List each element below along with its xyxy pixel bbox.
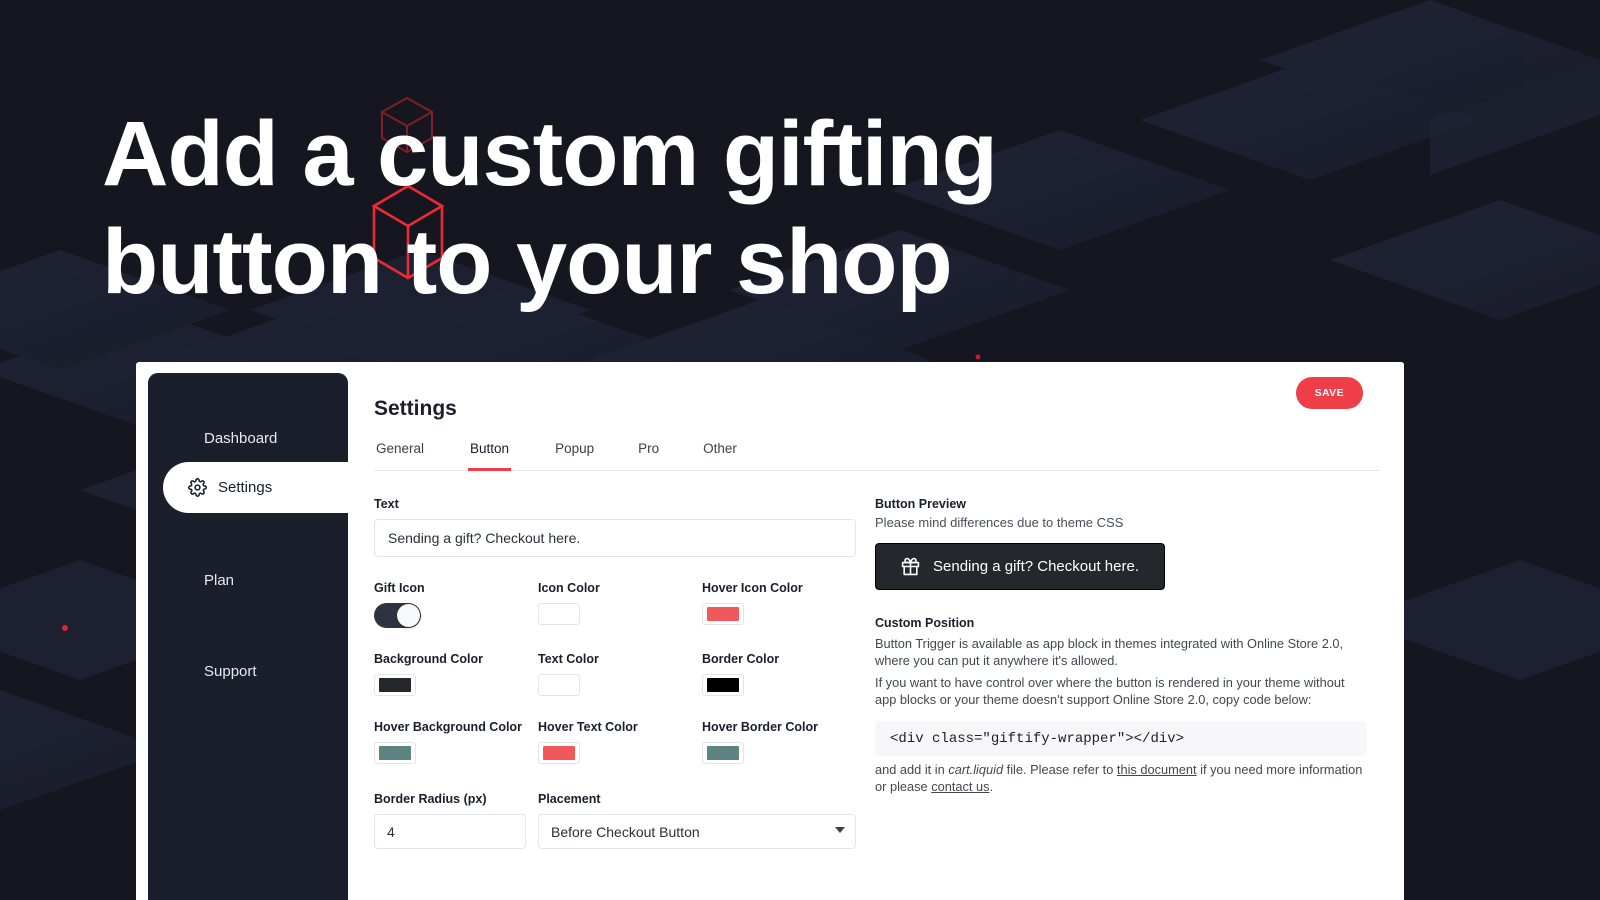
background-color-fill [379, 678, 411, 692]
text-color-label: Text Color [538, 652, 599, 666]
contact-us-link[interactable]: contact us [931, 779, 989, 794]
icon-color-label: Icon Color [538, 581, 600, 595]
hover-text-color-swatch[interactable] [538, 742, 580, 764]
footer-text-end: . [989, 779, 994, 794]
border-color-field: Border Color [702, 652, 866, 696]
toggle-knob [397, 604, 420, 627]
hover-background-color-field: Hover Background Color [374, 720, 538, 764]
this-document-link[interactable]: this document [1117, 762, 1197, 777]
preview-panel: Button Preview Please mind differences d… [875, 497, 1370, 849]
sidebar-item-dashboard[interactable]: Dashboard [148, 413, 348, 464]
tab-pro[interactable]: Pro [638, 441, 659, 471]
text-field-label: Text [374, 497, 399, 511]
custom-position-paragraph-2: If you want to have control over where t… [875, 675, 1345, 707]
code-snippet-text: <div class="giftify-wrapper"></div> [890, 730, 1185, 747]
hover-icon-color-label: Hover Icon Color [702, 581, 803, 595]
page-title: Settings [374, 397, 457, 420]
hover-background-color-swatch[interactable] [374, 742, 416, 764]
hover-icon-color-fill [707, 607, 739, 621]
background-color-field: Background Color [374, 652, 538, 696]
border-radius-field: Border Radius (px) [374, 792, 538, 849]
border-radius-label: Border Radius (px) [374, 792, 487, 806]
gift-icon-label: Gift Icon [374, 581, 425, 595]
hover-background-color-fill [379, 746, 411, 760]
hover-text-color-field: Hover Text Color [538, 720, 702, 764]
icon-color-swatch[interactable] [538, 603, 580, 625]
custom-position-footer: and add it in cart.liquid file. Please r… [875, 761, 1367, 795]
hover-text-color-label: Hover Text Color [538, 720, 638, 734]
main-content: Settings SAVE General Button Popup Pro O… [374, 362, 1404, 900]
placement-select[interactable] [538, 814, 856, 849]
tab-other[interactable]: Other [703, 441, 737, 471]
text-color-field: Text Color [538, 652, 702, 696]
red-dot-accent-2 [975, 354, 981, 360]
settings-form: Text Gift Icon Icon Color [374, 497, 867, 849]
tab-general[interactable]: General [376, 441, 424, 471]
tab-bar: General Button Popup Pro Other [374, 441, 1380, 471]
border-color-swatch[interactable] [702, 674, 744, 696]
icon-color-fill [543, 607, 575, 621]
button-preview-subtitle: Please mind differences due to theme CSS [875, 515, 1124, 530]
gift-icon-field: Gift Icon [374, 581, 538, 628]
hover-border-color-swatch[interactable] [702, 742, 744, 764]
save-button[interactable]: SAVE [1295, 377, 1363, 409]
sidebar-item-plan[interactable]: Plan [148, 555, 348, 606]
custom-position-paragraph-1: Button Trigger is available as app block… [875, 636, 1344, 668]
button-preview-label: Sending a gift? Checkout here. [933, 558, 1139, 575]
page-headline: Add a custom gifting button to your shop [102, 103, 998, 313]
hover-background-color-label: Hover Background Color [374, 720, 522, 734]
tab-button[interactable]: Button [468, 441, 512, 471]
sidebar: Dashboard Settings Plan Support [148, 373, 413, 900]
app-window-card: Dashboard Settings Plan Support Settings… [136, 362, 1404, 900]
sidebar-item-label: Dashboard [204, 430, 278, 447]
sidebar-item-support[interactable]: Support [148, 646, 348, 697]
sidebar-item-label: Settings [218, 479, 273, 496]
text-color-fill [543, 678, 575, 692]
footer-text-pre: and add it in [875, 762, 949, 777]
hover-icon-color-field: Hover Icon Color [702, 581, 866, 628]
button-preview-title: Button Preview [875, 497, 967, 511]
button-text-input[interactable] [374, 519, 856, 557]
border-radius-input[interactable] [374, 814, 526, 849]
icon-color-field: Icon Color [538, 581, 702, 628]
code-snippet-box[interactable]: <div class="giftify-wrapper"></div> [875, 721, 1368, 756]
gift-icon-toggle[interactable] [374, 603, 421, 628]
border-color-fill [707, 678, 739, 692]
placement-field: Placement [538, 792, 858, 849]
sidebar-item-label: Plan [204, 572, 235, 589]
footer-text-mid: file. Please refer to [1003, 762, 1117, 777]
sidebar-item-label: Support [204, 663, 257, 680]
placement-label: Placement [538, 792, 601, 806]
red-dot-accent [62, 625, 68, 631]
hover-border-color-fill [707, 746, 739, 760]
hover-border-color-field: Hover Border Color [702, 720, 866, 764]
gear-icon [177, 478, 217, 497]
hover-icon-color-swatch[interactable] [702, 603, 744, 625]
gift-icon [901, 557, 920, 576]
hover-border-color-label: Hover Border Color [702, 720, 818, 734]
border-color-label: Border Color [702, 652, 780, 666]
custom-position-title: Custom Position [875, 616, 975, 630]
hover-text-color-fill [543, 746, 575, 760]
tab-popup[interactable]: Popup [555, 441, 594, 471]
background-color-label: Background Color [374, 652, 484, 666]
footer-filename: cart.liquid [948, 762, 1004, 777]
button-preview[interactable]: Sending a gift? Checkout here. [875, 543, 1165, 590]
text-color-swatch[interactable] [538, 674, 580, 696]
background-color-swatch[interactable] [374, 674, 416, 696]
